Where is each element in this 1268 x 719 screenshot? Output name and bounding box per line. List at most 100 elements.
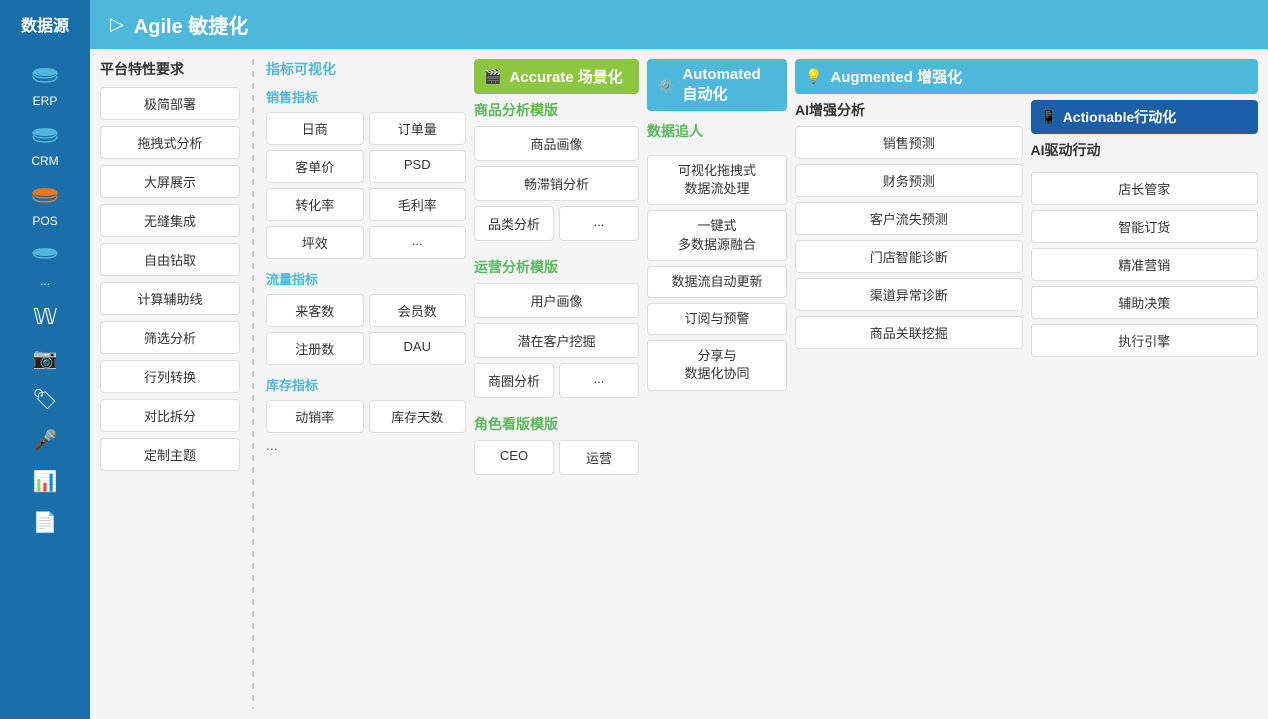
ai-analysis-title: AI增强分析 [795, 100, 1023, 120]
ai-drive-item-3[interactable]: 辅助决策 [1031, 286, 1259, 319]
ai-drive-item-2[interactable]: 精准营销 [1031, 248, 1259, 281]
metric-traffic-0[interactable]: 来客数 [266, 294, 364, 327]
more-db-label: ... [40, 274, 50, 288]
platform-item-7[interactable]: 行列转换 [100, 360, 240, 393]
ai-item-5[interactable]: 商品关联挖掘 [795, 316, 1023, 349]
traffic-title: 流量指标 [266, 269, 466, 288]
goods-item-0[interactable]: 商品画像 [474, 126, 639, 161]
metric-item-2[interactable]: 客单价 [266, 150, 364, 183]
metric-item-5[interactable]: 毛利率 [369, 188, 467, 221]
augmented-banner: 💡 Augmented 增强化 [795, 59, 1258, 94]
metric-item-3[interactable]: PSD [369, 150, 467, 183]
goods-models: 商品分析模版 商品画像 畅滞销分析 品类分析 ... [474, 100, 639, 241]
more-db-icon [27, 244, 63, 272]
metric-traffic-3[interactable]: DAU [369, 332, 467, 365]
automated-title: Automated 自动化 [682, 66, 777, 104]
tracking-section-title: 数据追人 [647, 121, 787, 141]
sidebar-item-crm[interactable]: CRM [27, 120, 63, 172]
augmented-icon: 💡 [805, 68, 822, 85]
role-ops[interactable]: 运营 [559, 440, 639, 475]
ai-item-4[interactable]: 渠道异常诊断 [795, 278, 1023, 311]
metric-inv-1[interactable]: 库存天数 [369, 400, 467, 433]
ai-item-1[interactable]: 财务预测 [795, 164, 1023, 197]
ai-drive-section-title: AI驱动行动 [1031, 140, 1259, 160]
ai-item-2[interactable]: 客户流失预测 [795, 202, 1023, 235]
accurate-banner: 🎬 Accurate 场景化 [474, 59, 639, 94]
actionable-icon: 📱 [1041, 109, 1057, 125]
platform-item-8[interactable]: 对比拆分 [100, 399, 240, 432]
ai-drive-item-0[interactable]: 店长管家 [1031, 172, 1259, 205]
sidebar-item-erp[interactable]: ERP [27, 60, 63, 112]
erp-label: ERP [33, 94, 58, 108]
pos-icon [27, 184, 63, 212]
goods-item-2[interactable]: 品类分析 [474, 206, 554, 241]
inventory-metrics: 库存指标 动销率 库存天数 ... [266, 375, 466, 453]
sidebar-item-excel[interactable]: 📊 [33, 465, 58, 498]
automated-icon: ⚙️ [657, 77, 674, 94]
metric-traffic-2[interactable]: 注册数 [266, 332, 364, 365]
crm-icon [27, 124, 63, 152]
metrics-title: 指标可视化 [266, 59, 466, 79]
ops-item-1[interactable]: 潜在客户挖掘 [474, 323, 639, 358]
role-models: 角色看版模版 CEO 运营 [474, 414, 639, 475]
tracking-item-3[interactable]: 订阅与预警 [647, 303, 787, 335]
ops-title: 运营分析模版 [474, 257, 639, 277]
traffic-metrics: 流量指标 来客数 会员数 注册数 DAU [266, 269, 466, 365]
goods-item-3[interactable]: ... [559, 206, 639, 241]
role-ceo[interactable]: CEO [474, 440, 554, 475]
platform-item-2[interactable]: 大屏展示 [100, 165, 240, 198]
ops-item-2[interactable]: 商圈分析 [474, 363, 554, 398]
inventory-title: 库存指标 [266, 375, 466, 394]
ai-drive-item-1[interactable]: 智能订货 [1031, 210, 1259, 243]
sidebar-item-camera[interactable]: 📷 [33, 342, 58, 375]
sidebar-item-tag[interactable]: 🏷 [32, 383, 57, 416]
ai-analysis-section: AI增强分析 销售预测 财务预测 客户流失预测 门店智能诊断 渠道异常诊断 商品… [795, 100, 1023, 709]
platform-item-5[interactable]: 计算辅助线 [100, 282, 240, 315]
metric-inv-0[interactable]: 动销率 [266, 400, 364, 433]
metric-item-7[interactable]: ... [369, 226, 467, 259]
platform-item-6[interactable]: 筛选分析 [100, 321, 240, 354]
sidebar-item-social[interactable]: 𝕎 [33, 300, 57, 334]
platform-column: 平台特性要求 极简部署 拖拽式分析 大屏展示 无缝集成 自由钻取 计算辅助线 筛… [100, 59, 240, 709]
metric-traffic-1[interactable]: 会员数 [369, 294, 467, 327]
goods-title: 商品分析模版 [474, 100, 639, 120]
sales-title: 销售指标 [266, 87, 466, 106]
metric-item-6[interactable]: 坪效 [266, 226, 364, 259]
metrics-column: 指标可视化 销售指标 日商 订单量 客单价 PSD 转化率 毛利率 坪效 ... [266, 59, 466, 709]
agile-icon: ▷ [110, 14, 124, 35]
divider-1 [252, 59, 254, 709]
platform-item-4[interactable]: 自由钻取 [100, 243, 240, 276]
sidebar-item-more[interactable]: ... [27, 240, 63, 292]
tracking-items: 可视化拖拽式数据流处理 一键式多数据源融合 数据流自动更新 订阅与预警 分享与数… [647, 155, 787, 391]
metric-item-4[interactable]: 转化率 [266, 188, 364, 221]
accurate-icon: 🎬 [484, 68, 501, 85]
ai-drive-item-4[interactable]: 执行引擎 [1031, 324, 1259, 357]
platform-item-3[interactable]: 无缝集成 [100, 204, 240, 237]
platform-items: 极简部署 拖拽式分析 大屏展示 无缝集成 自由钻取 计算辅助线 筛选分析 行列转… [100, 87, 240, 471]
tracking-item-0[interactable]: 可视化拖拽式数据流处理 [647, 155, 787, 205]
erp-icon [27, 64, 63, 92]
header-bar: ▷ Agile 敏捷化 [90, 0, 1268, 49]
crm-label: CRM [31, 154, 58, 168]
sidebar-item-mic[interactable]: 🎤 [33, 424, 58, 457]
ai-item-0[interactable]: 销售预测 [795, 126, 1023, 159]
sidebar-item-doc[interactable]: 📄 [33, 506, 58, 539]
ops-item-0[interactable]: 用户画像 [474, 283, 639, 318]
automated-banner: ⚙️ Automated 自动化 [647, 59, 787, 111]
header-title: Agile 敏捷化 [134, 10, 248, 39]
platform-item-0[interactable]: 极简部署 [100, 87, 240, 120]
platform-item-9[interactable]: 定制主题 [100, 438, 240, 471]
ai-item-3[interactable]: 门店智能诊断 [795, 240, 1023, 273]
ops-item-3[interactable]: ... [559, 363, 639, 398]
metric-item-1[interactable]: 订单量 [369, 112, 467, 145]
body-area: 平台特性要求 极简部署 拖拽式分析 大屏展示 无缝集成 自由钻取 计算辅助线 筛… [90, 49, 1268, 719]
metric-item-0[interactable]: 日商 [266, 112, 364, 145]
augmented-title: Augmented 增强化 [830, 66, 962, 87]
tracking-item-4[interactable]: 分享与数据化协同 [647, 340, 787, 390]
platform-item-1[interactable]: 拖拽式分析 [100, 126, 240, 159]
goods-item-1[interactable]: 畅滞销分析 [474, 166, 639, 201]
sidebar-item-pos[interactable]: POS [27, 180, 63, 232]
tracking-item-2[interactable]: 数据流自动更新 [647, 266, 787, 298]
actionable-section: 📱 Actionable行动化 AI驱动行动 店长管家 智能订货 精准营销 辅助… [1031, 100, 1259, 709]
tracking-item-1[interactable]: 一键式多数据源融合 [647, 210, 787, 260]
